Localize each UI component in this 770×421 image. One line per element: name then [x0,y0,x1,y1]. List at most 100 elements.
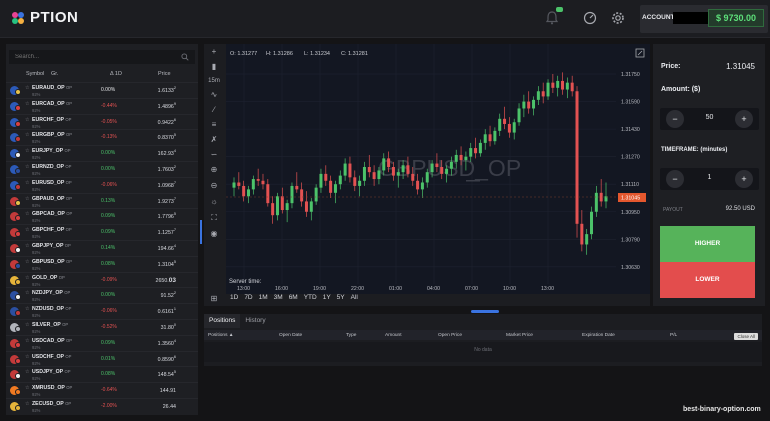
asset-row[interactable]: ☆ GBPCHF_OP OP 92% 0.09% 1.12577 [6,224,198,240]
asset-row[interactable]: ☆ USDCAD_OP OP 92% 0.09% 1.35604 [6,334,198,351]
timeframe-button[interactable]: 1Y [323,294,331,306]
layout-grid-icon[interactable]: ⊞ [208,293,220,305]
positions-column-header[interactable]: Market Price [506,333,533,338]
header-change[interactable]: Δ 1D [110,71,122,77]
asset-row[interactable]: ☆ GOLD_OP OP 92% -0.09% 2650.03 [6,271,198,288]
star-icon[interactable]: ☆ [25,132,29,138]
positions-column-header[interactable]: Open Price [438,333,462,338]
candle [575,86,579,238]
asset-row[interactable]: ☆ EURUSD_OP OP 92% -0.06% 1.09687 [6,176,198,193]
interval-selector[interactable]: 15m [208,75,220,87]
star-icon[interactable]: ☆ [25,227,29,233]
star-icon[interactable]: ☆ [25,101,29,107]
asset-row[interactable]: ☆ EURNZD_OP OP 92% 0.00% 1.76032 [6,160,198,177]
star-icon[interactable]: ☆ [25,180,29,186]
asset-row[interactable]: ☆ GBPUSD_OP OP 92% 0.08% 1.31045 [6,255,198,272]
header-symbol[interactable]: Symbol [26,71,44,77]
asset-row[interactable]: ☆ EURJPY_OP OP 92% 0.00% 162.934 [6,145,198,161]
star-icon[interactable]: ☆ [25,243,29,249]
amount-increase-button[interactable]: + [735,110,753,128]
logo[interactable]: PTION [10,9,78,26]
star-icon[interactable]: ☆ [25,306,29,312]
positions-column-header[interactable]: Expiration Date [582,333,615,338]
asset-row[interactable]: ☆ USDJPY_OP OP 92% 0.08% 148.545 [6,366,198,382]
header-price[interactable]: Price [158,71,171,77]
asset-row[interactable]: ☆ ZECUSD_OP OP 92% -2.00% 26.44 [6,397,198,414]
star-icon[interactable]: ☆ [25,117,29,123]
star-icon[interactable]: ☆ [25,164,29,170]
star-icon[interactable]: ☆ [25,211,29,217]
star-icon[interactable]: ☆ [25,338,29,344]
asset-symbol: EURCAD_OP OP [32,100,72,107]
star-icon[interactable]: ☆ [25,369,29,375]
timeframe-button[interactable]: 1D [230,294,238,306]
asset-row[interactable]: ☆ EURGBP_OP OP 92% -0.13% 0.83705 [6,129,198,145]
zoom-in-icon[interactable]: ⊕ [208,164,220,176]
gauge-icon[interactable] [580,8,600,28]
asset-row[interactable]: ☆ XMRUSD_OP OP 92% -0.64% 144.91 [6,382,198,398]
timeframe-button[interactable]: YTD [304,294,317,306]
asset-row[interactable]: ☆ NZDUSD_OP OP 92% -0.06% 0.61611 [6,303,198,319]
timeframe-button[interactable]: All [351,294,358,306]
timeframe-button[interactable]: 6M [289,294,298,306]
asset-price: 1.35604 [157,338,176,347]
brush-icon[interactable]: ∽ [208,149,220,161]
positions-column-header[interactable]: P/L [670,333,677,338]
balance-badge[interactable]: $ 9730.00 [708,9,764,27]
star-icon[interactable]: ☆ [25,322,29,328]
asset-payout: 92% [32,139,41,145]
timeframe-button[interactable]: 3M [274,294,283,306]
gear-icon[interactable] [608,8,628,28]
asset-row[interactable]: ☆ NZDJPY_OP OP 92% 0.00% 91.522 [6,287,198,303]
asset-row[interactable]: ☆ SILVER_OP OP 92% -0.52% 31.800 [6,318,198,335]
fib-icon[interactable]: ≡ [208,119,220,131]
candle-type-icon[interactable]: ▮ [208,61,220,73]
account-id-redacted [673,12,711,24]
asset-row[interactable]: ☆ USDCHF_OP OP 92% 0.01% 0.85906 [6,350,198,367]
star-icon[interactable]: ☆ [25,385,29,391]
trendline-icon[interactable]: ∕ [208,104,220,116]
bell-icon[interactable] [542,7,563,28]
higher-button[interactable]: HIGHER [660,226,755,262]
asset-row[interactable]: ☆ EURCAD_OP OP 92% -0.44% 1.48969 [6,97,198,114]
crosshair-icon[interactable]: + [208,46,220,58]
star-icon[interactable]: ☆ [25,290,29,296]
timeframe-button[interactable]: 5Y [337,294,345,306]
star-icon[interactable]: ☆ [25,275,29,281]
positions-column-header[interactable]: Positions ▲ [208,333,234,338]
asset-row[interactable]: ☆ GBPAUD_OP OP 92% 0.13% 1.92737 [6,192,198,209]
star-icon[interactable]: ☆ [25,401,29,407]
positions-column-header[interactable]: Type [346,333,356,338]
indicator-icon[interactable]: ∿ [208,89,220,101]
watermark-underline [466,180,480,182]
asset-row[interactable]: ☆ GBPCAD_OP OP 92% 0.09% 1.77965 [6,208,198,224]
tab-positions[interactable]: Positions [204,314,241,328]
timeframe-increase-button[interactable]: + [735,170,753,188]
asset-row[interactable]: ☆ GBPJPY_OP OP 92% 0.14% 194.664 [6,239,198,256]
tab-history[interactable]: History [240,314,270,328]
candle [541,82,545,104]
star-icon[interactable]: ☆ [25,85,29,91]
zoom-out-icon[interactable]: ⊖ [208,180,220,192]
star-icon[interactable]: ☆ [25,259,29,265]
magnet-icon[interactable]: ☼ [208,196,220,208]
asset-payout: 92% [32,170,41,176]
panel-resize-handle[interactable] [471,310,499,313]
positions-column-header[interactable]: Open Date [279,333,302,338]
close-all-button[interactable]: Close All [734,333,758,340]
asset-row[interactable]: ☆ EURAUD_OP OP 92% 0.00% 1.61332 [6,82,198,98]
price-chart[interactable]: GBPUSD_OP 1.317501.315901.314301.312701.… [226,44,650,294]
asset-row[interactable]: ☆ EURCHF_OP OP 92% -0.05% 0.94226 [6,113,198,130]
camera-icon[interactable]: ◉ [208,228,220,240]
timeframe-button[interactable]: 1M [259,294,268,306]
positions-column-header[interactable]: Amount [385,333,402,338]
star-icon[interactable]: ☆ [25,196,29,202]
star-icon[interactable]: ☆ [25,148,29,154]
star-icon[interactable]: ☆ [25,354,29,360]
asset-search-input[interactable] [9,50,195,64]
header-group[interactable]: Gr. [51,71,58,77]
timeframe-button[interactable]: 7D [244,294,252,306]
pattern-icon[interactable]: ✗ [208,134,220,146]
lower-button[interactable]: LOWER [660,262,755,298]
fullscreen-icon[interactable]: ⛶ [208,212,220,224]
